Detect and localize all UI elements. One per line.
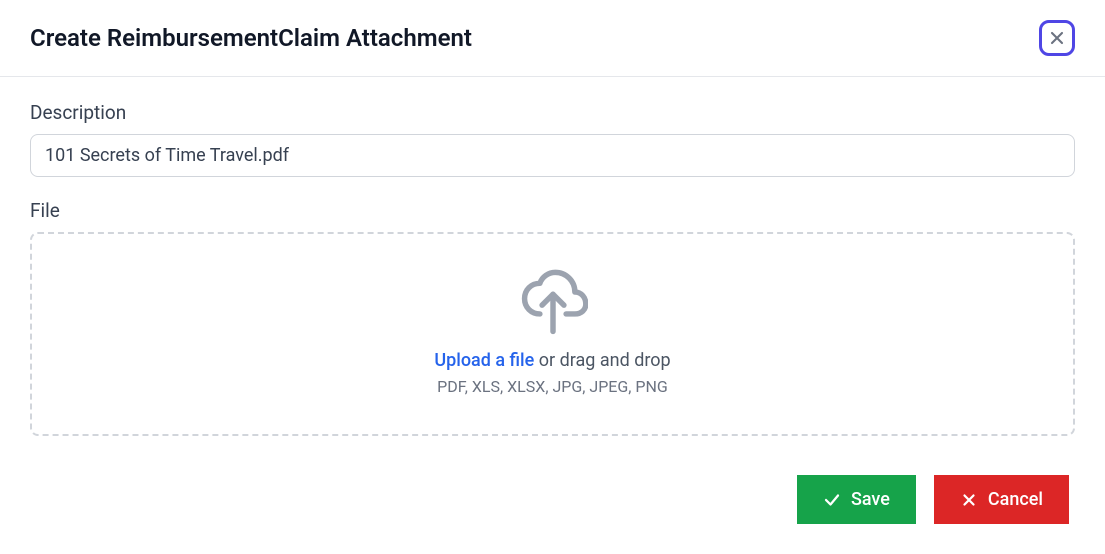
dropzone-text: Upload a file or drag and drop <box>52 350 1053 371</box>
upload-file-link[interactable]: Upload a file <box>434 350 534 371</box>
file-field-group: File Upload a file or drag and drop PDF,… <box>30 199 1075 436</box>
close-button[interactable] <box>1039 20 1075 56</box>
cancel-button[interactable]: Cancel <box>934 475 1069 524</box>
modal-title: Create ReimbursementClaim Attachment <box>30 24 472 52</box>
description-label: Description <box>30 101 1075 124</box>
cancel-button-label: Cancel <box>988 489 1043 510</box>
create-attachment-modal: Create ReimbursementClaim Attachment Des… <box>0 0 1105 554</box>
upload-cloud-icon <box>52 268 1053 338</box>
file-dropzone[interactable]: Upload a file or drag and drop PDF, XLS,… <box>30 232 1075 436</box>
description-field-group: Description <box>30 101 1075 177</box>
check-icon <box>823 491 841 509</box>
description-input[interactable] <box>30 134 1075 177</box>
dropzone-suffix-text: or drag and drop <box>534 350 670 371</box>
x-icon <box>960 491 978 509</box>
save-button-label: Save <box>851 489 890 510</box>
modal-footer: Save Cancel <box>797 475 1069 524</box>
modal-header: Create ReimbursementClaim Attachment <box>0 0 1105 77</box>
save-button[interactable]: Save <box>797 475 916 524</box>
accepted-formats-text: PDF, XLS, XLSX, JPG, JPEG, PNG <box>52 377 1053 396</box>
file-label: File <box>30 199 1075 222</box>
close-icon <box>1047 28 1067 48</box>
modal-body: Description File Upload a file or drag a… <box>0 77 1105 436</box>
